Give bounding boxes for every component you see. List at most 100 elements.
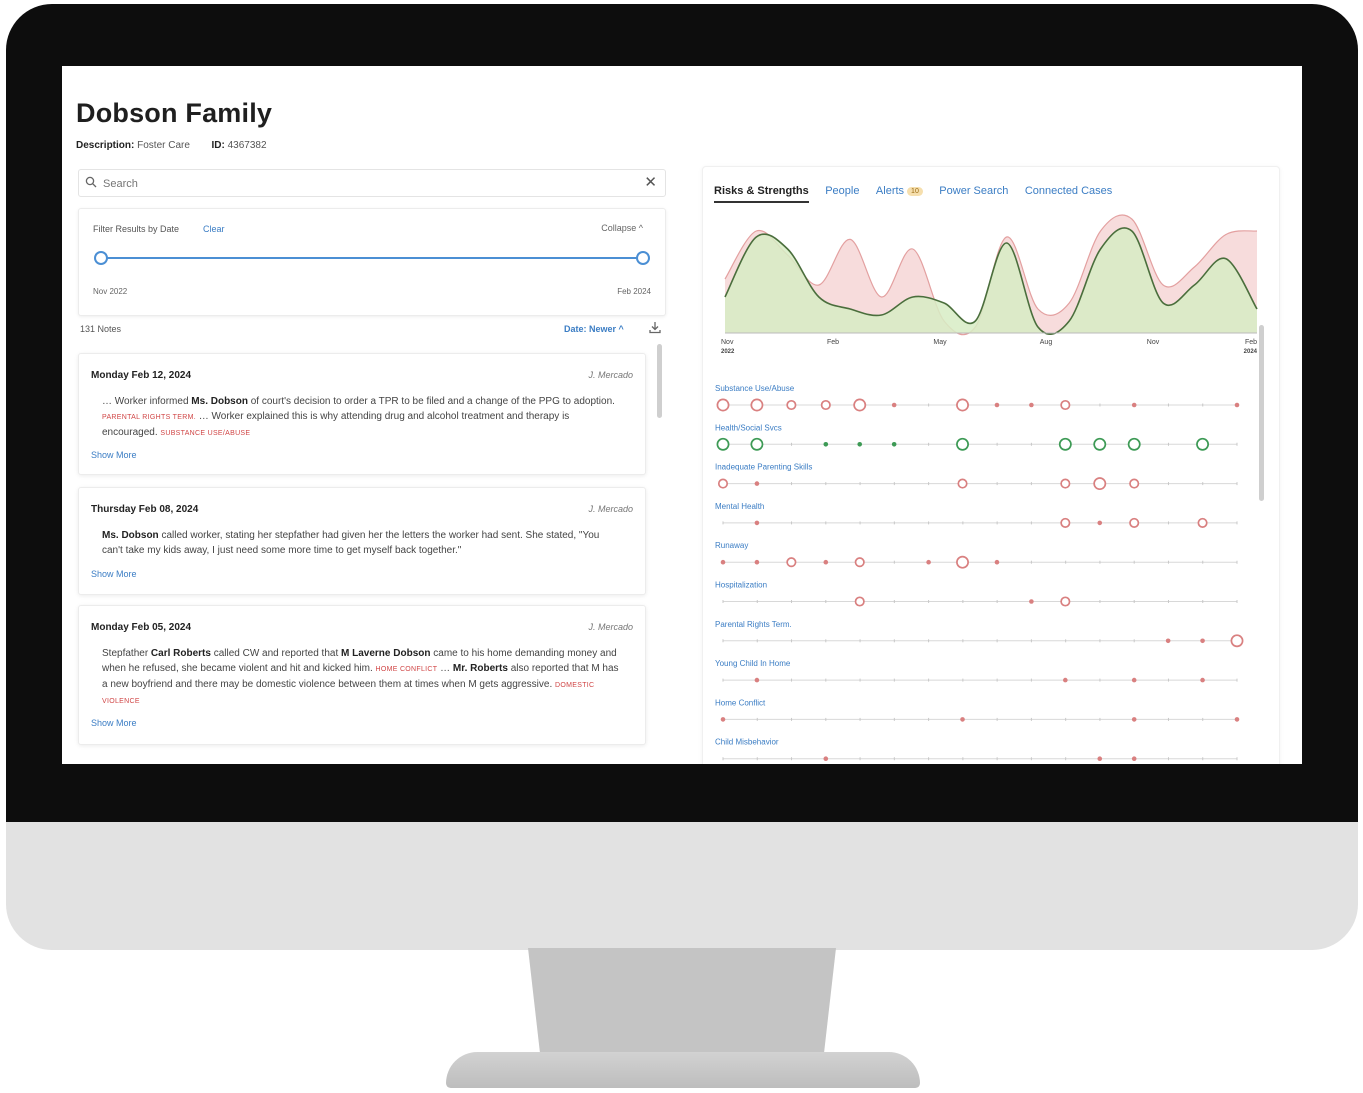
collapse-filter-button[interactable]: Collapse ^: [601, 223, 643, 233]
risk-event-marker[interactable]: [1029, 599, 1034, 604]
risk-event-marker[interactable]: [854, 596, 865, 607]
risk-event-marker[interactable]: [720, 559, 726, 565]
clear-search-icon[interactable]: ✕: [644, 173, 657, 191]
date-filter-panel: Filter Results by Date Clear Collapse ^ …: [78, 208, 666, 316]
risk-event-marker[interactable]: [891, 402, 897, 408]
note-date: Monday Feb 05, 2024: [91, 622, 192, 633]
risk-event-marker[interactable]: [926, 559, 931, 565]
risk-event-marker[interactable]: [960, 717, 965, 722]
risk-event-marker[interactable]: [750, 398, 764, 412]
risk-row-label[interactable]: Mental Health: [715, 502, 764, 511]
risk-event-marker[interactable]: [1093, 477, 1107, 491]
risk-event-marker[interactable]: [1200, 677, 1205, 683]
risk-event-marker[interactable]: [1230, 634, 1244, 648]
risk-row-label[interactable]: Hospitalization: [715, 581, 767, 590]
risk-event-marker[interactable]: [750, 437, 764, 451]
risk-event-marker[interactable]: [716, 398, 730, 412]
risk-row-label[interactable]: Child Misbehavior: [715, 738, 779, 747]
risk-row: Runaway: [715, 541, 1238, 569]
risk-event-marker[interactable]: [1234, 717, 1240, 722]
monitor-stand-base: [446, 1052, 920, 1088]
risk-row-label[interactable]: Inadequate Parenting Skills: [715, 463, 812, 472]
risk-event-marker[interactable]: [1200, 638, 1205, 644]
risk-event-marker[interactable]: [956, 398, 969, 412]
risk-event-marker[interactable]: [1093, 437, 1107, 451]
risk-event-marker[interactable]: [1060, 399, 1071, 411]
risk-event-marker[interactable]: [786, 557, 797, 568]
risk-event-marker[interactable]: [956, 555, 969, 569]
risk-event-marker[interactable]: [1097, 520, 1103, 526]
risk-event-marker[interactable]: [720, 717, 726, 722]
risk-event-marker[interactable]: [1060, 517, 1071, 528]
risk-event-marker[interactable]: [1131, 402, 1137, 408]
risk-event-marker[interactable]: [1234, 402, 1240, 408]
risk-timeline-rows: Substance Use/Abuse Health/Social Svcs Ina…: [715, 384, 1244, 761]
risk-event-marker[interactable]: [1127, 437, 1141, 451]
risk-row-label[interactable]: Home Conflict: [715, 698, 766, 707]
sort-by-date-button[interactable]: Date: Newer ^: [564, 324, 624, 334]
note-body: … Worker informed Ms. Dobson of court's …: [102, 394, 622, 441]
risk-event-marker[interactable]: [754, 481, 760, 486]
case-meta: Description: Foster Care ID: 4367382: [76, 140, 267, 151]
risk-event-marker[interactable]: [823, 756, 829, 761]
note-text: Stepfather: [102, 648, 151, 659]
risk-event-marker[interactable]: [1029, 402, 1034, 408]
search-input[interactable]: [101, 174, 625, 194]
risk-row-label[interactable]: Young Child In Home: [715, 659, 791, 668]
slider-start-handle[interactable]: [94, 251, 108, 265]
risk-event-marker[interactable]: [754, 520, 760, 526]
risk-event-marker[interactable]: [716, 437, 730, 451]
tab-power-search[interactable]: Power Search: [939, 185, 1008, 197]
x-tick-label: May: [933, 339, 947, 346]
note-card: Monday Feb 12, 2024 J. Mercado … Worker …: [78, 353, 646, 475]
risk-event-marker[interactable]: [854, 557, 865, 568]
show-more-link[interactable]: Show More: [91, 718, 137, 728]
slider-end-handle[interactable]: [636, 251, 650, 265]
risk-event-marker[interactable]: [957, 478, 968, 489]
clear-filter-link[interactable]: Clear: [203, 224, 225, 234]
risk-event-marker[interactable]: [823, 442, 829, 447]
risk-event-marker[interactable]: [1060, 478, 1071, 489]
risk-event-marker[interactable]: [1129, 517, 1140, 528]
timeline-scrollbar[interactable]: [1259, 325, 1264, 501]
download-icon[interactable]: [648, 320, 662, 339]
show-more-link[interactable]: Show More: [91, 569, 137, 579]
tab-connected-cases[interactable]: Connected Cases: [1025, 185, 1112, 197]
risk-event-marker[interactable]: [754, 677, 760, 683]
risk-event-marker[interactable]: [994, 559, 1000, 565]
risk-row-label[interactable]: Parental Rights Term.: [715, 620, 792, 629]
show-more-link[interactable]: Show More: [91, 450, 137, 460]
risk-event-marker[interactable]: [1131, 677, 1137, 683]
risk-row-label[interactable]: Health/Social Svcs: [715, 423, 782, 432]
risk-event-marker[interactable]: [754, 559, 760, 565]
risk-event-marker[interactable]: [1197, 517, 1208, 528]
tab-alerts[interactable]: Alerts 10: [876, 185, 923, 197]
risk-event-marker[interactable]: [1131, 717, 1137, 722]
risk-event-marker[interactable]: [820, 399, 831, 411]
note-person-name: Mr. Roberts: [452, 663, 508, 674]
risk-event-marker[interactable]: [956, 437, 969, 451]
risk-event-marker[interactable]: [717, 478, 729, 489]
date-range-slider[interactable]: [101, 257, 643, 259]
risk-event-marker[interactable]: [994, 402, 1000, 408]
risk-row-label[interactable]: Runaway: [715, 541, 748, 550]
risk-event-marker[interactable]: [891, 442, 897, 447]
risk-event-marker[interactable]: [1063, 677, 1068, 683]
risk-event-marker[interactable]: [1131, 756, 1137, 761]
risk-event-marker[interactable]: [1097, 756, 1103, 761]
risk-event-marker[interactable]: [857, 442, 863, 447]
risk-event-marker[interactable]: [823, 559, 829, 565]
notes-scrollbar[interactable]: [657, 344, 662, 418]
risk-event-marker[interactable]: [786, 399, 797, 411]
risk-event-marker[interactable]: [853, 398, 867, 412]
risk-event-marker[interactable]: [1060, 596, 1071, 607]
risk-event-marker[interactable]: [1129, 478, 1140, 489]
tab-risks-strengths[interactable]: Risks & Strengths: [714, 185, 809, 203]
filter-label: Filter Results by Date: [93, 224, 180, 234]
risk-row-label[interactable]: Substance Use/Abuse: [715, 384, 795, 393]
risk-event-marker[interactable]: [1165, 638, 1171, 644]
notes-count: 131 Notes: [80, 324, 122, 334]
risk-event-marker[interactable]: [1196, 437, 1210, 451]
risk-event-marker[interactable]: [1058, 437, 1072, 451]
tab-people[interactable]: People: [825, 185, 859, 197]
